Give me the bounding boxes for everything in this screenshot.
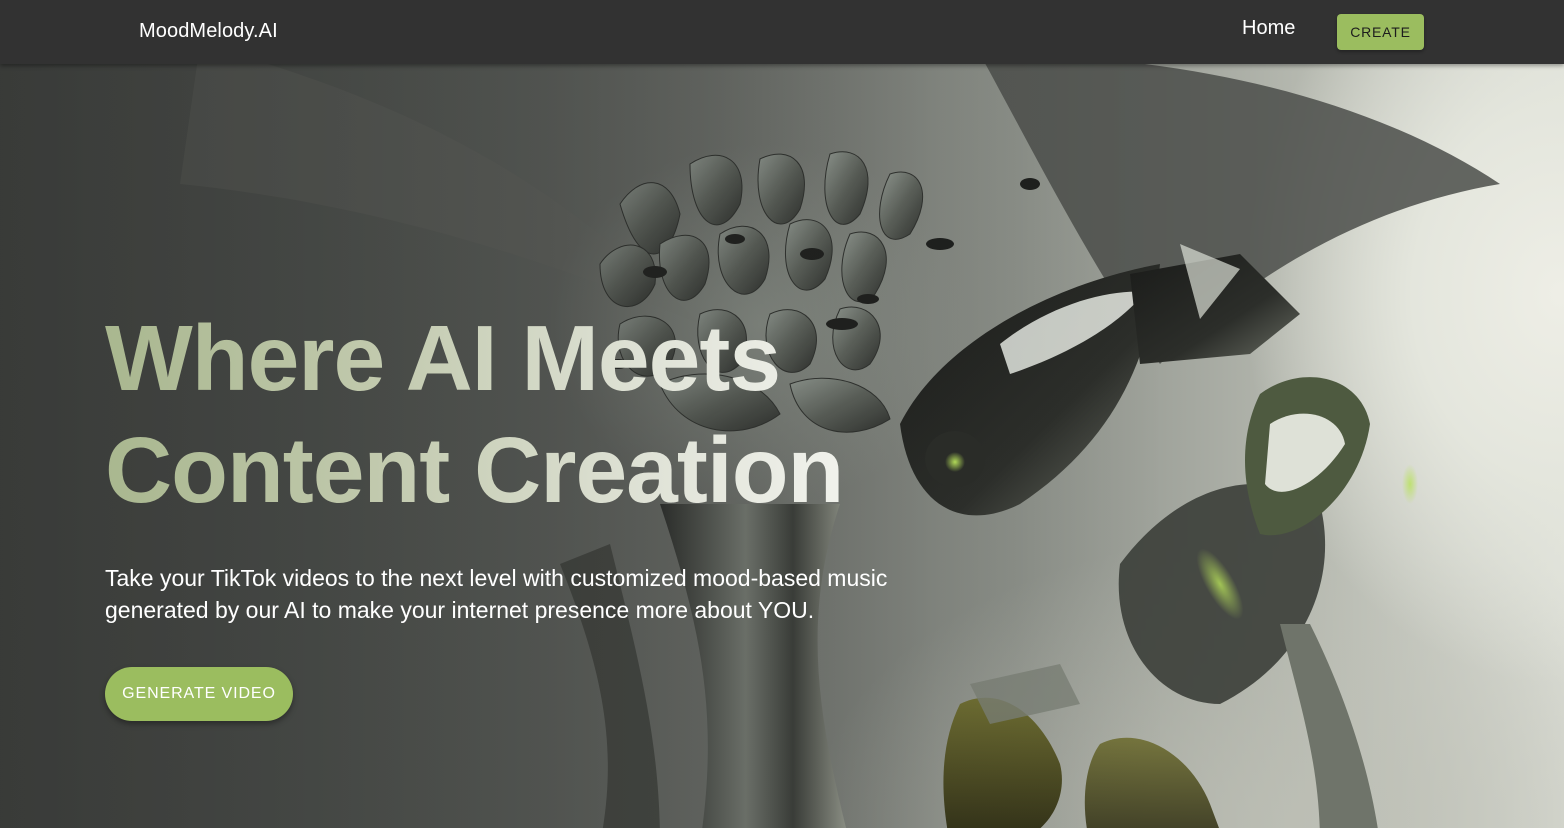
- hero-subtitle: Take your TikTok videos to the next leve…: [105, 565, 888, 623]
- hero-headline: Where AI Meets Content Creation: [105, 302, 1005, 526]
- top-navbar: MoodMelody.AI Home CREATE: [0, 0, 1564, 64]
- brand-logo-link[interactable]: MoodMelody.AI: [139, 20, 278, 43]
- create-button[interactable]: CREATE: [1337, 14, 1424, 50]
- generate-video-button[interactable]: GENERATE VIDEO: [105, 667, 293, 721]
- hero-section: Where AI Meets Content Creation Take you…: [0, 64, 1564, 828]
- hero-headline-line2: Content Creation: [105, 418, 844, 522]
- hero-headline-line1: Where AI Meets: [105, 306, 781, 410]
- nav-link-home[interactable]: Home: [1242, 17, 1295, 40]
